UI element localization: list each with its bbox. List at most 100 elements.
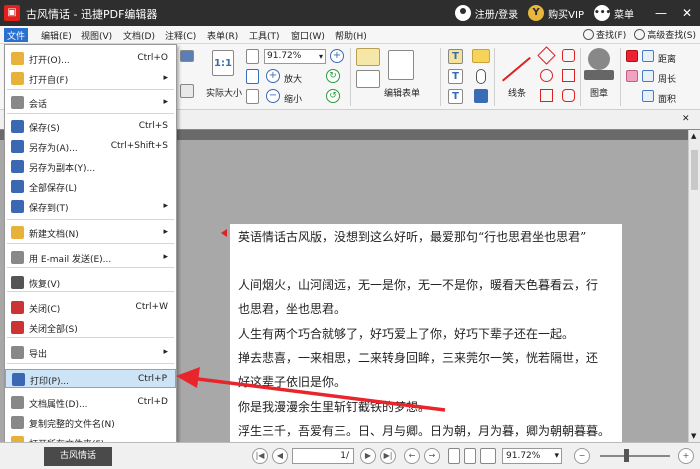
menu-item-shortcut: Ctrl+P [138, 374, 167, 384]
doc-line-6: 好这辈子依旧是你。 [238, 375, 347, 389]
submenu-arrow-icon: ▸ [163, 252, 168, 262]
menu-separator [7, 89, 174, 90]
menu-item-icon [11, 396, 24, 409]
last-page-icon[interactable]: ▶| [380, 448, 396, 464]
menu-item-shortcut: Ctrl+O [137, 53, 168, 63]
prev-page-icon[interactable]: ◀ [272, 448, 288, 464]
file-menu-item[interactable]: 全部保存(L) [5, 177, 176, 196]
file-menu-item[interactable]: 关闭全部(S) [5, 318, 176, 337]
menu-item-label: 导出 [29, 350, 48, 360]
file-menu-item[interactable]: 文档属性(D)... Ctrl+D [5, 393, 176, 412]
menu-item-label: 复制完整的文件名(N) [29, 420, 115, 430]
menu-separator [7, 337, 174, 338]
file-menu-item[interactable]: 打开(O)... Ctrl+O [5, 49, 176, 68]
file-menu-item[interactable]: 另存为(A)... Ctrl+Shift+S [5, 137, 176, 156]
menu-item-label: 用 E-mail 发送(E)... [29, 255, 112, 265]
menu-separator [7, 363, 174, 364]
doc-line-8: 浮生三千，吾爱有三。日、月与卿。日为朝，月为暮，卿为朝朝暮暮。 [238, 424, 611, 438]
doc-line-4: 人生有两个巧合就够了，好巧爱上了你，好巧下辈子还在一起。 [238, 327, 575, 341]
next-page-icon[interactable]: ▶ [360, 448, 376, 464]
file-menu-item[interactable]: 打印(P)... Ctrl+P [5, 369, 176, 388]
status-bar: 古风情话 |◀ ◀ 1/ ▶ ▶| ← → 91.72% − + [0, 442, 700, 469]
menu-separator [7, 243, 174, 244]
file-menu-item[interactable]: 关闭(C) Ctrl+W [5, 298, 176, 317]
back-icon[interactable]: ← [404, 448, 420, 464]
vertical-scrollbar[interactable]: ▲ ▼ [688, 130, 700, 442]
first-page-icon[interactable]: |◀ [252, 448, 268, 464]
pdf-page[interactable]: 英语情话古风版，没想到这么好听，最爱那句“行也思君坐也思君” 人间烟火，山河阔远… [230, 224, 622, 442]
menu-item-label: 打印(P)... [30, 377, 70, 387]
status-zoom-out-icon[interactable]: − [574, 448, 590, 464]
file-menu-item[interactable]: 会话 ▸ [5, 93, 176, 112]
menu-item-shortcut: Ctrl+W [135, 302, 168, 312]
file-menu-item[interactable]: 打开自(F) ▸ [5, 69, 176, 88]
submenu-arrow-icon: ▸ [163, 347, 168, 357]
menu-item-icon [11, 140, 24, 153]
menu-item-icon [11, 120, 24, 133]
menu-item-icon [11, 276, 24, 289]
status-zoom-select[interactable]: 91.72% [502, 448, 562, 464]
submenu-arrow-icon: ▸ [163, 73, 168, 83]
menu-item-icon [11, 251, 24, 264]
menu-separator [7, 113, 174, 114]
zoom-slider[interactable] [600, 455, 670, 457]
menu-item-label: 另存为副本(Y)... [29, 164, 96, 174]
file-menu-item[interactable]: 复制完整的文件名(N) [5, 413, 176, 432]
scroll-down-icon[interactable]: ▼ [691, 432, 696, 440]
menu-separator [7, 267, 174, 268]
file-menu-item[interactable]: 另存为副本(Y)... [5, 157, 176, 176]
file-menu-item[interactable]: 导出 ▸ [5, 343, 176, 362]
menu-item-shortcut: Ctrl+Shift+S [110, 141, 168, 151]
file-menu-item[interactable]: 保存(S) Ctrl+S [5, 117, 176, 136]
menu-item-icon [11, 72, 24, 85]
zoom-slider-knob[interactable] [624, 449, 629, 462]
menu-item-icon [11, 52, 24, 65]
file-menu-item[interactable]: 新建文档(N) ▸ [5, 223, 176, 242]
bookmark-marker-icon [221, 229, 227, 237]
doc-line-3: 也思君，坐也思君。 [238, 302, 347, 316]
continuous-page-icon[interactable] [464, 448, 476, 464]
scroll-thumb[interactable] [691, 150, 698, 190]
menu-item-icon [11, 180, 24, 193]
menu-item-label: 打开(O)... [29, 56, 70, 66]
forward-icon[interactable]: → [424, 448, 440, 464]
menu-item-label: 保存(S) [29, 124, 60, 134]
menu-item-label: 关闭全部(S) [29, 325, 78, 335]
menu-item-label: 新建文档(N) [29, 230, 79, 240]
menu-item-icon [11, 160, 24, 173]
single-page-icon[interactable] [448, 448, 460, 464]
menu-item-label: 保存到(T) [29, 204, 69, 214]
file-menu-item[interactable]: 恢复(V) [5, 273, 176, 292]
menu-item-icon [11, 200, 24, 213]
scroll-up-icon[interactable]: ▲ [691, 132, 696, 140]
page-number-input[interactable]: 1/ [292, 448, 354, 464]
menu-item-label: 会话 [29, 100, 48, 110]
menu-item-icon [11, 301, 24, 314]
menu-item-icon [11, 226, 24, 239]
menu-item-label: 全部保存(L) [29, 184, 78, 194]
file-menu-item[interactable]: 用 E-mail 发送(E)... ▸ [5, 248, 176, 267]
menu-item-icon [11, 416, 24, 429]
doc-line-5: 掸去悲喜，一来相思，二来转身回眸，三来莞尔一笑，恍若隔世，还 [238, 351, 599, 365]
facing-page-icon[interactable] [480, 448, 496, 464]
menu-item-label: 恢复(V) [29, 280, 61, 290]
submenu-arrow-icon: ▸ [163, 97, 168, 107]
menu-item-shortcut: Ctrl+S [138, 121, 168, 131]
menu-item-icon [11, 321, 24, 334]
menu-item-label: 打开自(F) [29, 76, 69, 86]
menu-item-label: 文档属性(D)... [29, 400, 88, 410]
menu-item-label: 另存为(A)... [29, 144, 78, 154]
submenu-arrow-icon: ▸ [163, 227, 168, 237]
file-menu-item[interactable]: 保存到(T) ▸ [5, 197, 176, 216]
file-menu-dropdown: 打开(O)... Ctrl+O 打开自(F) ▸ 会话 ▸ 保存(S) Ctrl+S 另存为(A… [4, 44, 177, 452]
doc-line-7: 你是我漫漫余生里斩钉截铁的梦想。 [238, 400, 431, 414]
doc-line-1: 英语情话古风版，没想到这么好听，最爱那句“行也思君坐也思君” [238, 230, 587, 244]
doc-line-2: 人间烟火，山河阔远，无一是你，无一不是你，暖看天色暮看云，行 [238, 278, 599, 292]
menu-item-shortcut: Ctrl+D [137, 397, 169, 407]
document-tab[interactable]: 古风情话 [44, 447, 112, 466]
status-zoom-in-icon[interactable]: + [678, 448, 694, 464]
menu-item-label: 关闭(C) [29, 305, 61, 315]
menu-item-icon [11, 96, 24, 109]
menu-item-icon [11, 346, 24, 359]
submenu-arrow-icon: ▸ [163, 201, 168, 211]
